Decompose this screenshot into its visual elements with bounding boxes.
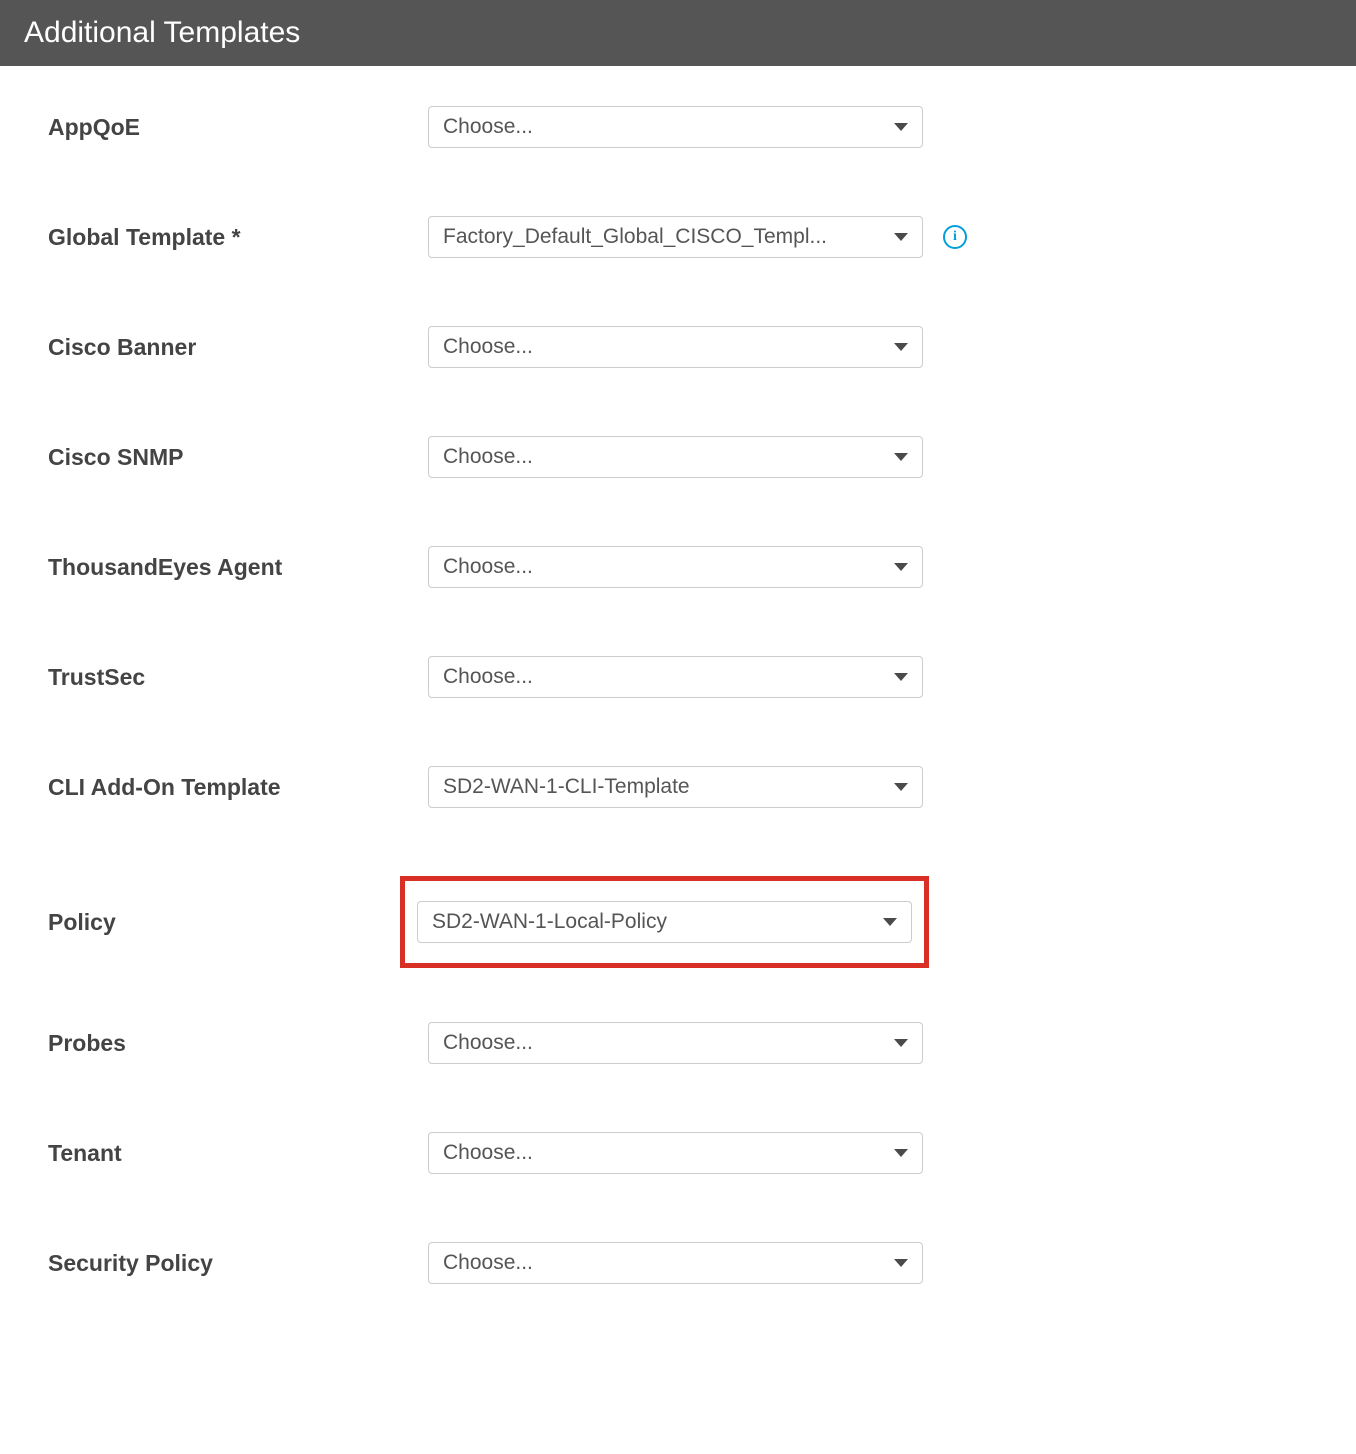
field-cisco-banner: Cisco Banner Choose... [48,326,1308,368]
select-cisco-banner-value: Choose... [443,335,894,359]
label-thousandeyes: ThousandEyes Agent [48,554,428,581]
label-global-template: Global Template * [48,224,428,251]
select-appqoe[interactable]: Choose... [428,106,923,148]
select-thousandeyes[interactable]: Choose... [428,546,923,588]
select-global-template-value: Factory_Default_Global_CISCO_Templ... [443,225,894,249]
label-cisco-banner: Cisco Banner [48,334,428,361]
label-cisco-snmp: Cisco SNMP [48,444,428,471]
caret-down-icon [894,123,908,131]
select-probes[interactable]: Choose... [428,1022,923,1064]
caret-down-icon [883,918,897,926]
select-security-policy[interactable]: Choose... [428,1242,923,1284]
label-appqoe: AppQoE [48,114,428,141]
policy-highlight: SD2-WAN-1-Local-Policy [400,876,929,968]
select-cisco-snmp-value: Choose... [443,445,894,469]
select-tenant[interactable]: Choose... [428,1132,923,1174]
caret-down-icon [894,233,908,241]
info-icon[interactable]: i [943,225,967,249]
caret-down-icon [894,783,908,791]
field-security-policy: Security Policy Choose... [48,1242,1308,1284]
field-global-template: Global Template * Factory_Default_Global… [48,216,1308,258]
field-cisco-snmp: Cisco SNMP Choose... [48,436,1308,478]
section-title: Additional Templates [24,16,300,49]
field-thousandeyes: ThousandEyes Agent Choose... [48,546,1308,588]
select-cisco-banner[interactable]: Choose... [428,326,923,368]
caret-down-icon [894,1149,908,1157]
caret-down-icon [894,673,908,681]
select-cli-addon-value: SD2-WAN-1-CLI-Template [443,775,894,799]
field-trustsec: TrustSec Choose... [48,656,1308,698]
select-thousandeyes-value: Choose... [443,555,894,579]
select-trustsec[interactable]: Choose... [428,656,923,698]
label-trustsec: TrustSec [48,664,428,691]
select-policy[interactable]: SD2-WAN-1-Local-Policy [417,901,912,943]
select-global-template[interactable]: Factory_Default_Global_CISCO_Templ... [428,216,923,258]
field-cli-addon: CLI Add-On Template SD2-WAN-1-CLI-Templa… [48,766,1308,808]
caret-down-icon [894,343,908,351]
field-policy: Policy SD2-WAN-1-Local-Policy [48,876,1308,968]
label-security-policy: Security Policy [48,1250,428,1277]
label-probes: Probes [48,1030,428,1057]
select-tenant-value: Choose... [443,1141,894,1165]
caret-down-icon [894,1039,908,1047]
section-header: Additional Templates [0,0,1356,66]
label-policy: Policy [48,909,414,936]
select-cisco-snmp[interactable]: Choose... [428,436,923,478]
caret-down-icon [894,1259,908,1267]
select-appqoe-value: Choose... [443,115,894,139]
caret-down-icon [894,453,908,461]
field-probes: Probes Choose... [48,1022,1308,1064]
field-tenant: Tenant Choose... [48,1132,1308,1174]
form-container: AppQoE Choose... Global Template * Facto… [0,66,1356,1382]
select-security-policy-value: Choose... [443,1251,894,1275]
select-trustsec-value: Choose... [443,665,894,689]
label-cli-addon: CLI Add-On Template [48,774,428,801]
select-policy-value: SD2-WAN-1-Local-Policy [432,910,883,934]
field-appqoe: AppQoE Choose... [48,106,1308,148]
select-probes-value: Choose... [443,1031,894,1055]
label-tenant: Tenant [48,1140,428,1167]
caret-down-icon [894,563,908,571]
select-cli-addon[interactable]: SD2-WAN-1-CLI-Template [428,766,923,808]
